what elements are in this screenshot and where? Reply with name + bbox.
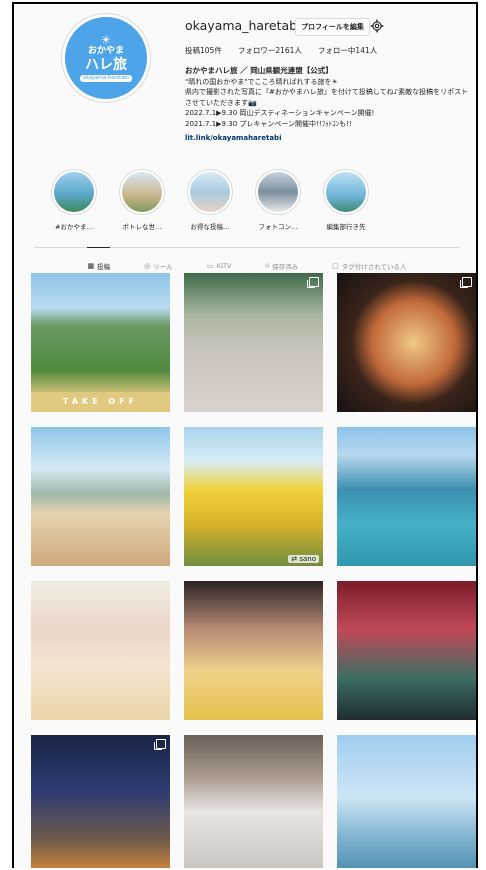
repost-tag: ⇄ sano — [288, 555, 319, 563]
tab-tagged[interactable]: ▢ タグ付けされている人 — [332, 248, 406, 274]
post-tile[interactable]: TAKE OFF — [31, 273, 170, 412]
highlight-label: #おかやま… — [55, 223, 93, 231]
bio-line: 2022.7.1▶9.30 岡山デスティネーションキャンペーン開催! — [185, 109, 375, 117]
highlight-item[interactable]: フォトコン… — [254, 169, 302, 231]
bio-line: 県内で撮影された写真に『#おかやまハレ旅』を付けて投稿してね♪素敵な投稿をリポス… — [185, 88, 469, 107]
post-image — [184, 735, 323, 868]
tab-label: IGTV — [216, 262, 232, 270]
tv-icon: ▭ — [206, 262, 214, 270]
multiple-photos-icon — [154, 739, 166, 750]
profile-page: ☀ おかやま ハレ旅 okayama-haretabi okayama_hare… — [12, 2, 478, 868]
repost-user: sano — [299, 555, 316, 563]
post-image — [184, 581, 323, 720]
profile-bio: おかやまハレ旅 ／ 岡山県観光連盟【公式】 "晴れの国おかやま"でこころ晴ればれ… — [185, 66, 470, 144]
tab-label: リール — [153, 263, 173, 271]
post-tile[interactable] — [184, 735, 323, 868]
post-image — [31, 735, 170, 868]
sun-icon: ☀ — [100, 33, 112, 47]
tab-posts[interactable]: ▦ 投稿 — [87, 247, 111, 273]
post-tile[interactable] — [184, 273, 323, 412]
highlight-item[interactable]: 編集部行き先 — [322, 169, 370, 231]
multiple-photos-icon — [460, 277, 472, 288]
profile-username: okayama_haretabi — [185, 18, 301, 33]
story-highlights: #おかやま… ポトレな世… お得な投稿… フォトコン… 編集部行き先 — [50, 169, 370, 231]
highlight-label: 編集部行き先 — [326, 223, 366, 231]
avatar-text-top: おかやま — [87, 46, 124, 56]
bio-line: "晴れの国おかやま"でこころ晴ればれする旅を☀ — [185, 77, 338, 86]
post-tile[interactable] — [184, 581, 323, 720]
highlight-cover — [187, 169, 233, 215]
following-count[interactable]: フォロー中141人 — [318, 45, 377, 56]
avatar-text-url: okayama-haretabi — [80, 75, 132, 82]
post-image — [337, 735, 476, 868]
grid-icon: ▦ — [87, 261, 95, 270]
profile-stats: 投稿105件 フォロワー2161人 フォロー中141人 — [185, 45, 377, 56]
post-tile[interactable] — [337, 735, 476, 868]
profile-tabs: ▦ 投稿 ◎ リール ▭ IGTV ⌑ 保存済み ▢ タグ付けされている人 — [34, 247, 460, 274]
post-tile[interactable] — [337, 581, 476, 720]
highlight-cover — [255, 169, 301, 215]
posts-count: 投稿105件 — [185, 46, 222, 55]
post-caption-text: TAKE OFF — [31, 392, 170, 412]
post-image — [337, 581, 476, 720]
tab-igtv[interactable]: ▭ IGTV — [207, 248, 232, 274]
post-tile[interactable] — [337, 273, 476, 412]
post-image — [31, 427, 170, 566]
highlight-label: ポトレな世… — [122, 223, 162, 231]
bookmark-icon: ⌑ — [265, 262, 270, 270]
tab-saved[interactable]: ⌑ 保存済み — [265, 248, 298, 274]
post-tile[interactable] — [337, 427, 476, 566]
bio-line: 2021.7.1▶9.30 プレキャンペーン開催中!!ﾌｫﾄｺﾝも!! — [185, 119, 352, 128]
followers-count[interactable]: フォロワー2161人 — [238, 45, 302, 56]
post-image — [337, 273, 476, 412]
post-image — [184, 273, 323, 412]
profile-full-name: おかやまハレ旅 ／ 岡山県観光連盟【公式】 — [185, 66, 333, 75]
tab-label: 保存済み — [272, 263, 299, 271]
gear-icon[interactable] — [370, 19, 384, 33]
highlight-item[interactable]: ポトレな世… — [118, 169, 166, 231]
tab-reels[interactable]: ◎ リール — [144, 248, 173, 274]
profile-link[interactable]: lit.link/okayamaharetabi — [185, 133, 470, 144]
tab-label: 投稿 — [97, 262, 111, 271]
highlight-item[interactable]: お得な投稿… — [186, 169, 234, 231]
highlight-label: フォトコン… — [258, 223, 298, 231]
highlight-cover — [119, 169, 165, 215]
highlight-item[interactable]: #おかやま… — [50, 169, 98, 231]
post-tile[interactable]: ⇄ sano — [184, 427, 323, 566]
highlight-cover — [51, 169, 97, 215]
post-tile[interactable] — [31, 581, 170, 720]
post-image — [184, 427, 323, 566]
post-image — [31, 581, 170, 720]
post-tile[interactable] — [31, 735, 170, 868]
avatar-text-main: ハレ旅 — [85, 57, 127, 73]
post-tile[interactable] — [31, 427, 170, 566]
highlight-cover — [323, 169, 369, 215]
profile-avatar[interactable]: ☀ おかやま ハレ旅 okayama-haretabi — [62, 14, 150, 102]
tab-label: タグ付けされている人 — [341, 263, 407, 271]
multiple-photos-icon — [307, 277, 319, 288]
post-image — [337, 427, 476, 566]
reel-icon: ◎ — [144, 262, 151, 270]
highlight-label: お得な投稿… — [190, 223, 230, 231]
tag-icon: ▢ — [332, 262, 339, 270]
edit-profile-button[interactable]: プロフィールを編集 — [295, 18, 370, 36]
